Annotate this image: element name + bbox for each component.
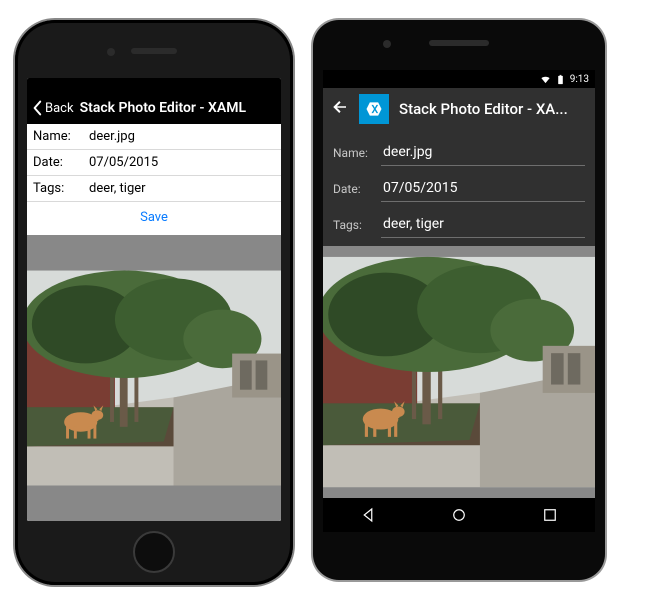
ios-name-field[interactable]: deer.jpg [85,129,281,144]
android-name-label: Name: [333,146,381,166]
android-name-field[interactable]: deer.jpg [381,142,585,166]
android-content: Name: deer.jpg Date: 07/05/2015 Tags: de… [323,130,595,498]
android-system-nav [323,498,595,532]
android-tags-field[interactable]: deer, tiger [381,214,585,238]
android-action-bar: Stack Photo Editor - XA... [323,88,595,130]
ios-back-button[interactable]: Back [31,100,74,116]
battery-icon [555,74,566,85]
ios-back-label: Back [45,101,74,116]
wifi-icon [540,74,551,85]
ios-status-bar [27,78,281,92]
android-speaker [429,40,489,46]
android-status-bar: 9:13 [323,70,595,88]
nav-home-icon[interactable] [450,506,468,524]
android-date-row: Date: 07/05/2015 [323,166,595,202]
arrow-left-icon [331,98,349,116]
ios-tags-label: Tags: [27,181,85,196]
ios-content: Name: deer.jpg Date: 07/05/2015 Tags: de… [27,124,281,521]
android-screen: 9:13 Stack Photo Editor - XA... Name: de… [323,70,595,532]
iphone-speaker [131,48,177,54]
ios-tags-field[interactable]: deer, tiger [85,181,281,196]
nav-recent-icon[interactable] [541,506,559,524]
android-back-button[interactable] [331,98,349,120]
iphone-camera [107,48,115,56]
ios-nav-bar: Back Stack Photo Editor - XAML [27,92,281,124]
iphone-device-frame: Back Stack Photo Editor - XAML Name: dee… [15,20,293,585]
ios-nav-title: Stack Photo Editor - XAML [80,100,277,116]
android-nav-title: Stack Photo Editor - XA... [399,100,587,118]
ios-name-row: Name: deer.jpg [27,124,281,150]
ios-save-button[interactable]: Save [27,202,281,235]
chevron-left-icon [31,100,43,116]
ios-tags-row: Tags: deer, tiger [27,176,281,202]
android-photo [323,246,595,498]
xamarin-icon [364,99,384,119]
nav-back-icon[interactable] [359,506,377,524]
iphone-screen: Back Stack Photo Editor - XAML Name: dee… [27,78,281,521]
iphone-home-button[interactable] [133,531,175,573]
android-camera [383,40,391,48]
android-device-frame: 9:13 Stack Photo Editor - XA... Name: de… [313,20,605,580]
android-date-label: Date: [333,182,381,202]
ios-date-field[interactable]: 07/05/2015 [85,155,281,170]
android-status-time: 9:13 [570,74,589,85]
ios-date-label: Date: [27,155,85,170]
android-tags-row: Tags: deer, tiger [323,202,595,238]
xamarin-logo [359,94,389,124]
android-date-field[interactable]: 07/05/2015 [381,178,585,202]
photo-image [27,235,281,521]
android-tags-label: Tags: [333,218,381,238]
android-name-row: Name: deer.jpg [323,130,595,166]
ios-date-row: Date: 07/05/2015 [27,150,281,176]
photo-image [323,246,595,498]
ios-photo [27,235,281,521]
ios-name-label: Name: [27,129,85,144]
